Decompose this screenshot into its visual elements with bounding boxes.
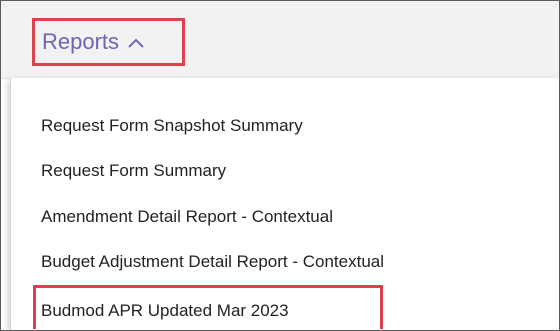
header-bar: Reports xyxy=(1,1,559,79)
reports-label: Reports xyxy=(42,29,120,54)
menu-item-request-form-summary[interactable]: Request Form Summary xyxy=(41,160,226,182)
reports-dropdown-menu: Request Form Snapshot Summary Request Fo… xyxy=(10,78,559,330)
reports-dropdown-toggle[interactable]: Reports xyxy=(32,18,185,66)
menu-item-budget-adjustment-detail-report[interactable]: Budget Adjustment Detail Report - Contex… xyxy=(41,251,384,273)
reports-menu-frame: Reports Request Form Snapshot Summary Re… xyxy=(0,0,560,331)
chevron-up-icon xyxy=(127,36,145,48)
menu-item-budmod-apr-updated[interactable]: Budmod APR Updated Mar 2023 xyxy=(41,301,289,321)
menu-item-amendment-detail-report[interactable]: Amendment Detail Report - Contextual xyxy=(41,206,333,228)
menu-item-request-form-snapshot-summary[interactable]: Request Form Snapshot Summary xyxy=(41,115,303,137)
highlighted-menu-item-box: Budmod APR Updated Mar 2023 xyxy=(33,285,383,329)
